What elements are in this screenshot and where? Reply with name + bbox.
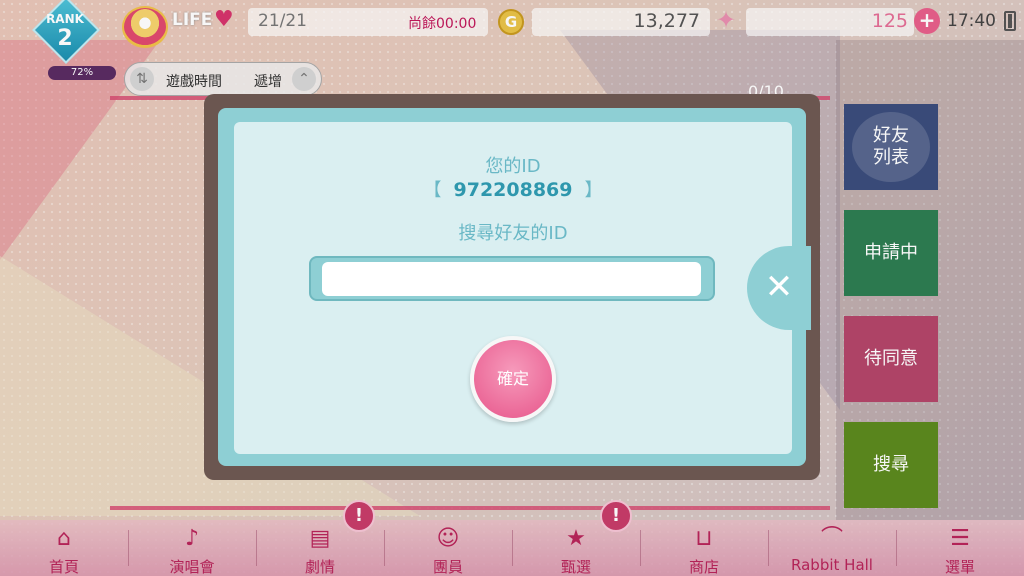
close-icon: ✕ <box>764 267 794 307</box>
id-bracket-close: 】 <box>584 180 603 201</box>
friend-id-input[interactable] <box>322 262 701 296</box>
confirm-label: 確定 <box>496 369 529 388</box>
your-id-row: 【 972208869 】 <box>234 176 792 202</box>
search-id-label: 搜尋好友的ID <box>458 223 568 244</box>
your-id-value: 972208869 <box>453 179 573 201</box>
id-bracket-open: 【 <box>423 180 442 201</box>
confirm-button[interactable]: 確定 <box>470 336 556 422</box>
your-id-label: 您的ID <box>485 156 541 177</box>
